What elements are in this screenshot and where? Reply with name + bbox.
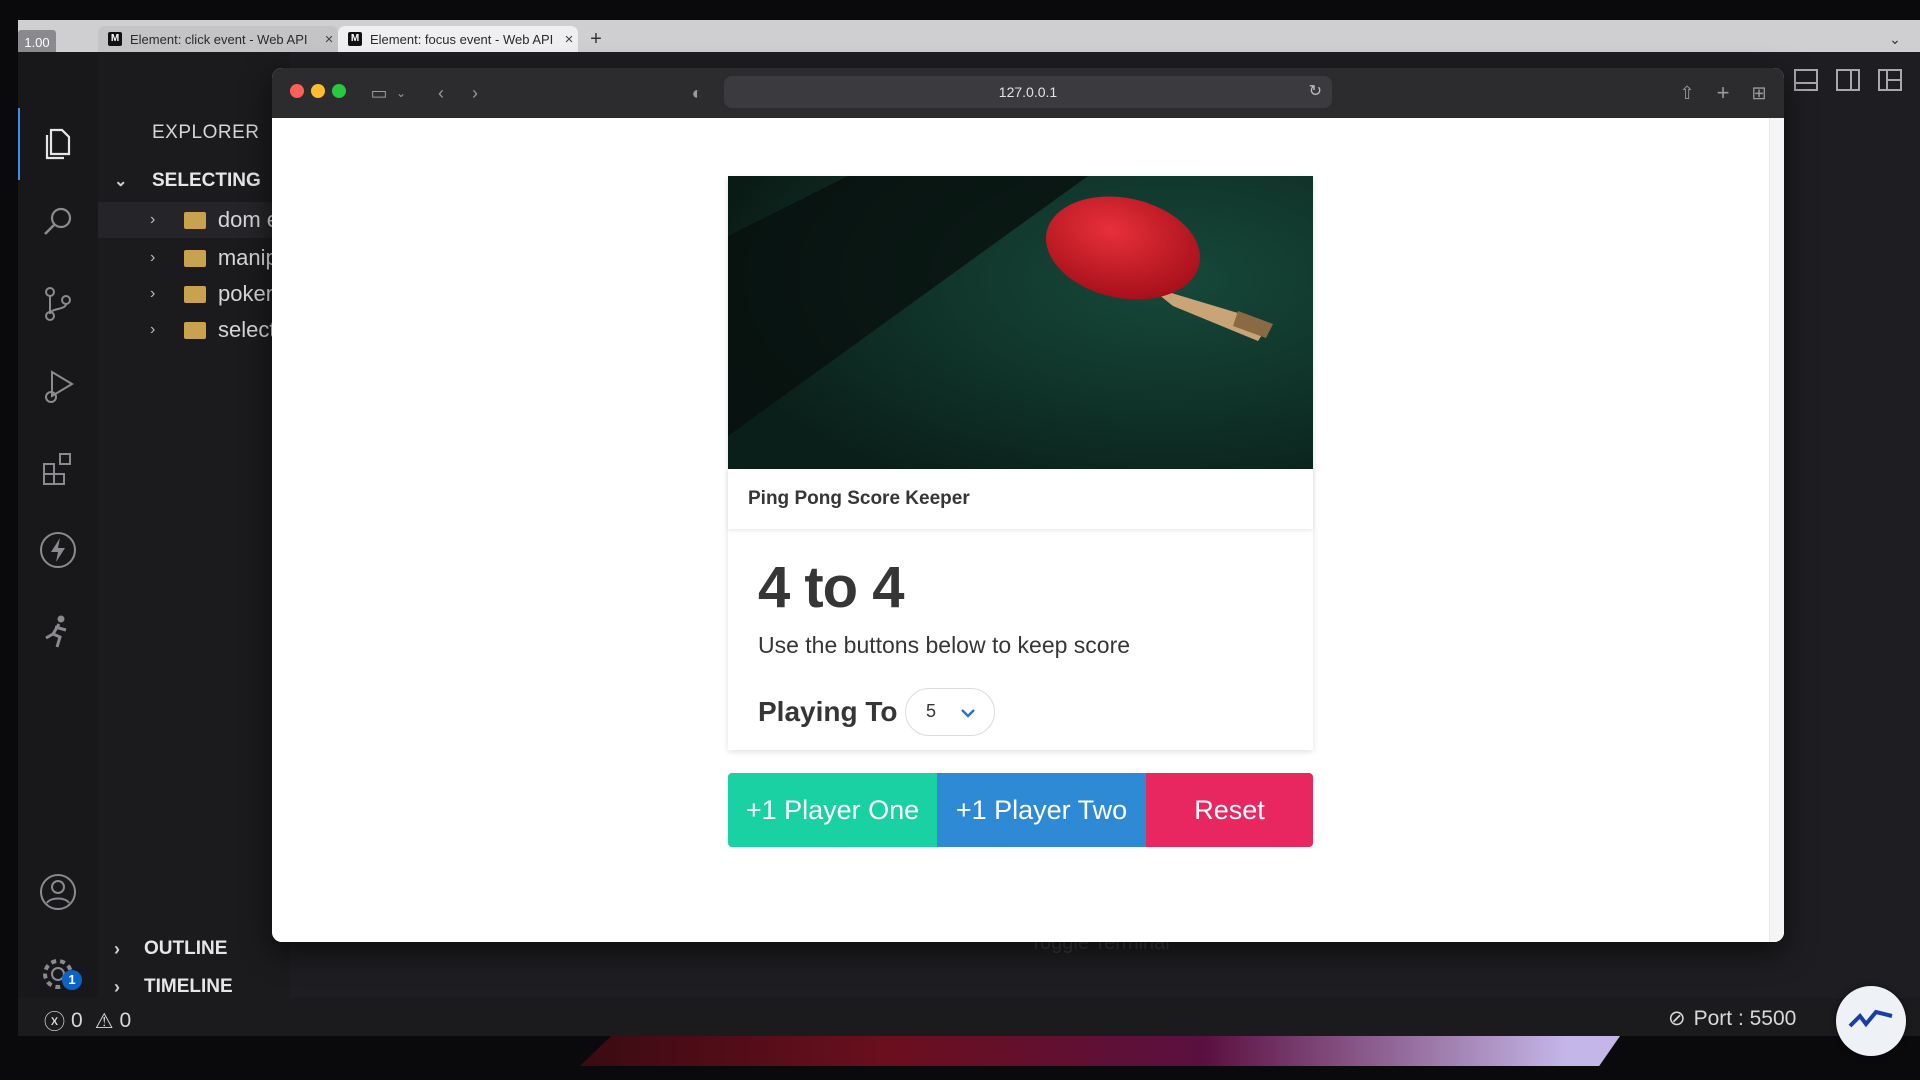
explorer-title: EXPLORER [152, 122, 260, 143]
tab-list-chevron-icon[interactable]: ⌄ [1882, 26, 1908, 52]
outer-browser-tabbar: 1.00 M Element: click event - Web API × … [18, 20, 1920, 52]
web-page: Ping Pong Score Keeper 4 to 4 Use the bu… [272, 118, 1784, 942]
chevron-right-icon: › [150, 211, 156, 228]
folder-icon [184, 321, 206, 339]
source-control-icon[interactable] [38, 284, 78, 324]
privacy-shield-icon[interactable]: ◐ [684, 80, 710, 106]
back-arrow-icon[interactable]: ‹ [428, 80, 454, 106]
section-label: SELECTING [152, 170, 261, 191]
live-server-port[interactable]: ⊘ Port : 5500 [1668, 1006, 1796, 1031]
chevron-right-icon: › [114, 976, 120, 997]
section-label: TIMELINE [144, 976, 233, 997]
account-icon[interactable] [38, 872, 78, 912]
card-header: Ping Pong Score Keeper [728, 469, 1313, 529]
run-debug-icon[interactable] [38, 366, 78, 406]
chevron-right-icon: › [150, 249, 156, 266]
close-window-button[interactable] [290, 84, 304, 98]
playing-to-select[interactable]: 5 [905, 688, 995, 736]
toggle-panel-icon[interactable] [1792, 66, 1820, 94]
warning-icon: ⚠ [94, 1009, 114, 1033]
new-tab-plus-icon[interactable]: + [583, 26, 609, 52]
chevron-right-icon: › [150, 285, 156, 302]
page-scrollbar[interactable] [1769, 118, 1784, 942]
zoom-level-badge: 1.00 [18, 30, 56, 52]
address-bar[interactable]: 127.0.0.1 ↻ [724, 76, 1332, 108]
score-card: Ping Pong Score Keeper 4 to 4 Use the bu… [728, 176, 1313, 847]
forward-arrow-icon[interactable]: › [462, 80, 488, 106]
close-icon[interactable]: × [560, 31, 578, 48]
section-label: OUTLINE [144, 938, 228, 959]
folder-icon [184, 285, 206, 303]
layout-controls [1792, 66, 1904, 94]
tree-item-folder[interactable]: › selecte [98, 312, 290, 348]
zoom-window-button[interactable] [332, 84, 346, 98]
search-icon[interactable] [38, 202, 78, 242]
running-person-icon[interactable] [38, 612, 78, 652]
disabled-circle-icon: ⊘ [1668, 1007, 1686, 1030]
new-tab-plus-icon[interactable]: + [1710, 80, 1736, 106]
player-two-button[interactable]: +1 Player Two [937, 773, 1146, 847]
explorer-files-icon[interactable] [38, 122, 78, 162]
folder-icon [183, 211, 206, 229]
score-subtitle: Use the buttons below to keep score [758, 632, 1131, 658]
select-value: 5 [926, 701, 937, 721]
share-icon[interactable]: ⇧ [1674, 80, 1700, 106]
folder-icon [183, 249, 206, 267]
reload-icon[interactable]: ↻ [1309, 76, 1322, 108]
outer-tab-focus-event[interactable]: M Element: focus event - Web API × [338, 26, 578, 52]
safari-window: ▭ ⌄ ‹ › ◐ 127.0.0.1 ↻ ⇧ + ⊞ Ping Pong Sc… [272, 68, 1784, 942]
playing-to-label: Playing To [758, 696, 898, 727]
active-indicator [18, 108, 20, 180]
activity-bar: 1 [18, 52, 98, 998]
outer-tab-label: Element: click event - Web API [130, 31, 308, 47]
section-header-timeline[interactable]: › TIMELINE [114, 976, 233, 998]
error-count: 0 [71, 1009, 83, 1032]
ping-pong-paddle-image [728, 176, 1313, 469]
safari-toolbar: ▭ ⌄ ‹ › ◐ 127.0.0.1 ↻ ⇧ + ⊞ [272, 68, 1784, 119]
settings-update-badge: 1 [62, 970, 82, 990]
section-header-selecting[interactable]: ⌄ SELECTING [114, 170, 261, 192]
close-icon[interactable]: × [320, 31, 338, 48]
chevron-right-icon: › [114, 938, 120, 959]
outer-tab-click-event[interactable]: M Element: click event - Web API × [98, 26, 338, 52]
chevron-down-icon: ⌄ [114, 173, 128, 190]
outer-tab-label: Element: focus event - Web API [370, 31, 554, 47]
extensions-icon[interactable] [38, 448, 78, 488]
tree-item-folder[interactable]: › dom ev [98, 202, 290, 238]
chevron-down-icon[interactable]: ⌄ [388, 80, 414, 106]
mdn-favicon-icon: M [348, 32, 362, 46]
lightning-icon[interactable] [38, 530, 78, 570]
card-title: Ping Pong Score Keeper [748, 488, 970, 509]
reset-button[interactable]: Reset [1146, 773, 1313, 847]
tab-overview-icon[interactable]: ⊞ [1746, 80, 1772, 106]
score-display: 4 to 4 [758, 555, 904, 620]
status-bar: ⓧ 0 ⚠ 0 ⊘ Port : 5500 [18, 998, 1920, 1036]
player-one-button[interactable]: +1 Player One [728, 773, 937, 847]
explorer-sidebar: EXPLORER ⌄ SELECTING › dom ev › manipu › po… [98, 52, 290, 998]
section-header-outline[interactable]: › OUTLINE [114, 938, 227, 960]
customize-layout-icon[interactable] [1876, 66, 1904, 94]
chevron-right-icon: › [150, 321, 156, 338]
mdn-favicon-icon: M [108, 32, 122, 46]
chevron-down-icon [961, 709, 975, 718]
problems-indicator[interactable]: ⓧ 0 ⚠ 0 [44, 1006, 131, 1036]
url-text: 127.0.0.1 [998, 84, 1058, 100]
port-label: Port : 5500 [1693, 1006, 1797, 1030]
warning-count: 0 [119, 1009, 132, 1032]
tree-item-folder[interactable]: › pokem [98, 276, 290, 312]
tree-item-folder[interactable]: › manipu [98, 240, 290, 276]
error-icon: ⓧ [44, 1011, 65, 1034]
desktop-wallpaper-strip [580, 1036, 1620, 1066]
minimize-window-button[interactable] [311, 84, 325, 98]
toggle-sidebar-icon[interactable] [1834, 66, 1862, 94]
presenter-logo-avatar [1836, 986, 1906, 1056]
